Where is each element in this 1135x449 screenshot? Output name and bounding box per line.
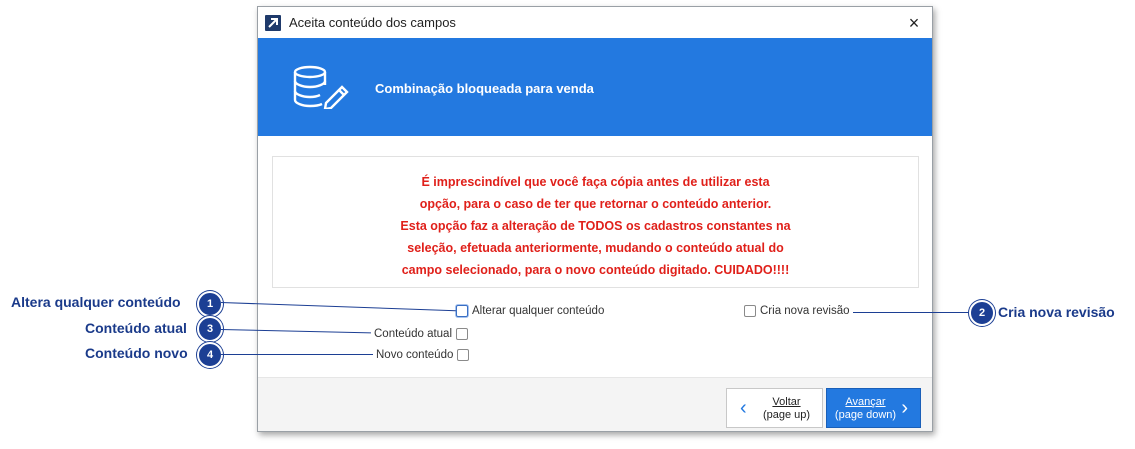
alterar-qualquer-option[interactable]: Alterar qualquer conteúdo <box>456 305 604 317</box>
conteudo-atual-checkbox[interactable] <box>456 328 469 340</box>
banner-title: Combinação bloqueada para venda <box>375 81 594 96</box>
avancar-button[interactable]: Avançar (page down) › <box>826 388 921 428</box>
warning-line: seleção, efetuada anteriormente, mudando… <box>407 241 784 255</box>
warning-box: É imprescindível que você faça cópia ant… <box>272 156 919 288</box>
warning-line: opção, para o caso de ter que retornar o… <box>419 197 772 211</box>
alterar-qualquer-label: Alterar qualquer conteúdo <box>472 305 605 317</box>
callout-label-3: Conteúdo atual <box>85 320 187 336</box>
callout-label-2: Cria nova revisão <box>998 304 1115 320</box>
conteudo-atual-label: Conteúdo atual <box>374 328 453 340</box>
app-arrow-icon <box>265 15 281 31</box>
avancar-label: Avançar <box>845 396 886 408</box>
callout-badge-4: 4 <box>197 342 223 368</box>
conteudo-atual-option[interactable]: Conteúdo atual <box>374 328 469 340</box>
alterar-qualquer-checkbox[interactable] <box>456 305 468 317</box>
voltar-label: Voltar <box>772 396 801 408</box>
header-banner: Combinação bloqueada para venda <box>258 38 932 136</box>
chevron-right-icon: › <box>901 397 908 419</box>
close-button[interactable]: × <box>900 11 928 35</box>
callout-leader-2 <box>853 312 969 313</box>
avancar-shortcut: (page down) <box>834 409 897 421</box>
dialog-window: Aceita conteúdo dos campos × Combinação … <box>257 6 933 432</box>
callout-badge-3: 3 <box>197 316 223 342</box>
callout-label-1: Altera qualquer conteúdo <box>11 294 181 310</box>
voltar-shortcut: (page up) <box>762 409 811 421</box>
title-bar: Aceita conteúdo dos campos × <box>258 7 932 38</box>
callout-leader-4 <box>221 354 373 355</box>
novo-conteudo-checkbox[interactable] <box>457 349 470 361</box>
novo-conteudo-label: Novo conteúdo <box>376 349 454 361</box>
cria-nova-revisao-label: Cria nova revisão <box>760 305 850 317</box>
voltar-button[interactable]: ‹ Voltar (page up) <box>726 388 823 428</box>
database-edit-icon <box>292 65 350 114</box>
callout-label-4: Conteúdo novo <box>85 345 188 361</box>
warning-line: É imprescindível que você faça cópia ant… <box>421 175 770 189</box>
warning-text: É imprescindível que você faça cópia ant… <box>273 171 918 281</box>
window-title: Aceita conteúdo dos campos <box>289 15 456 30</box>
cria-nova-revisao-checkbox[interactable] <box>744 305 756 317</box>
warning-line: campo selecionado, para o novo conteúdo … <box>401 263 790 277</box>
footer-bar: ‹ Voltar (page up) Avançar (page down) › <box>258 378 932 431</box>
callout-badge-2: 2 <box>969 300 995 326</box>
warning-line: Esta opção faz a alteração de TODOS os c… <box>400 219 791 233</box>
cria-nova-revisao-option[interactable]: Cria nova revisão <box>744 305 849 317</box>
novo-conteudo-option[interactable]: Novo conteúdo <box>376 349 470 361</box>
callout-badge-1: 1 <box>197 291 223 317</box>
